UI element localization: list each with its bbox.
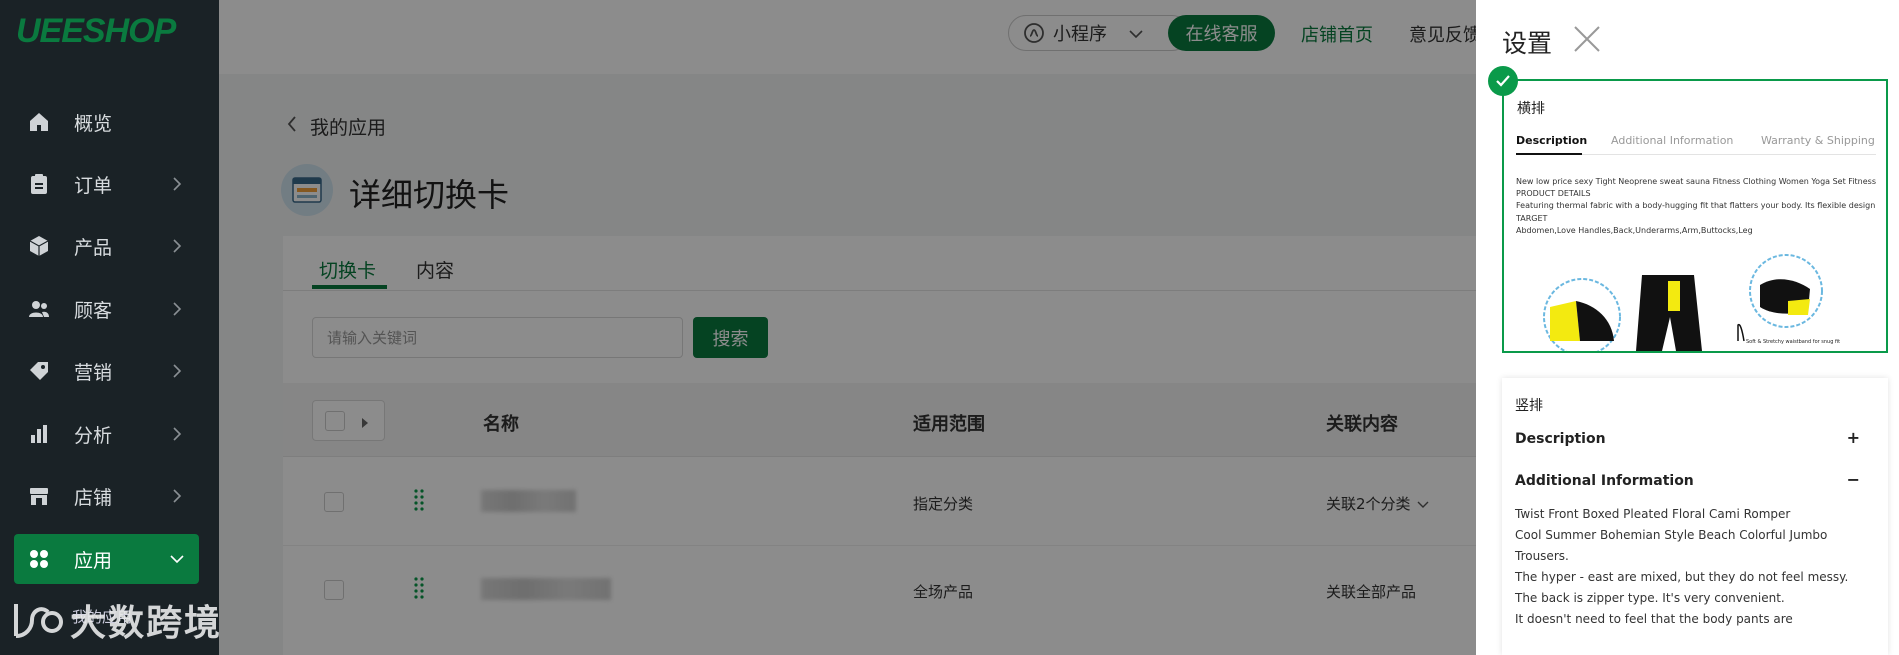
chevron-down-icon [167,549,187,569]
brand-logo[interactable]: UEESHOP [16,12,176,51]
sidebar-item-apps[interactable]: 应用 [14,534,199,584]
sidebar-item-label: 顾客 [74,299,113,322]
chevron-right-icon [167,174,187,194]
sidebar-item-label: 店铺 [74,486,113,509]
apps-grid-icon [28,548,50,570]
sidebar-item-label: 营销 [74,361,113,384]
sidebar: UEESHOP 概览 订单 产品 顾客 营销 分析 店铺 应用 我的应用 [0,0,219,655]
watermark: 大数跨境 [12,594,222,646]
sidebar-item-orders[interactable]: 订单 [14,159,199,209]
sidebar-item-label: 分析 [74,424,113,447]
app-root: UEESHOP 概览 订单 产品 顾客 营销 分析 店铺 应用 我的应用 小程序… [0,0,1899,655]
preview-caption: Soft & Stretchy waistband for snug fit [1746,339,1841,345]
bar-chart-icon [28,423,50,445]
accordion-title: Additional Information [1515,473,1694,489]
accordion-text-line: Twist Front Boxed Pleated Floral Cami Ro… [1515,507,1791,521]
layout-option-label: 竖排 [1515,398,1543,414]
selected-check-icon [1488,66,1518,96]
sidebar-item-marketing[interactable]: 营销 [14,346,199,396]
chevron-right-icon [167,486,187,506]
preview-tab: Warranty & Shipping [1761,134,1875,147]
accordion-text-line: The hyper - east are mixed, but they do … [1515,570,1849,584]
minus-icon: − [1846,470,1860,489]
accordion-text-line: The back is zipper type. It's very conve… [1515,591,1785,605]
tag-icon [28,360,50,382]
chevron-right-icon [167,299,187,319]
watermark-text: 大数跨境 [70,603,223,644]
preview-tab-indicator [1516,153,1582,155]
close-icon[interactable] [1570,22,1604,56]
sidebar-item-label: 应用 [74,549,113,572]
sidebar-item-label: 产品 [74,236,113,259]
sidebar-item-label: 概览 [74,112,113,135]
modal-overlay[interactable] [219,0,1695,655]
settings-drawer: 设置 横排 Description Additional Information… [1476,0,1899,655]
sidebar-item-customers[interactable]: 顾客 [14,284,199,334]
preview-text-line: TARGET [1516,214,1548,223]
box-icon [28,235,50,257]
chevron-right-icon [167,361,187,381]
layout-option-label: 横排 [1517,101,1545,117]
preview-text-line: Abdomen,Love Handles,Back,Underarms,Arm,… [1516,226,1753,235]
preview-text-line: PRODUCT DETAILS [1516,189,1591,198]
sidebar-item-store[interactable]: 店铺 [14,471,199,521]
sidebar-item-label: 订单 [74,174,113,197]
chevron-right-icon [167,424,187,444]
accordion-title: Description [1515,431,1606,447]
preview-text-line: New low price sexy Tight Neoprene sweat … [1516,177,1878,186]
accordion-text-line: Trousers. [1515,549,1569,563]
accordion-text-line: It doesn't need to feel that the body pa… [1515,612,1793,626]
sidebar-item-products[interactable]: 产品 [14,221,199,271]
watermark-logo-icon [14,604,63,638]
store-icon [28,485,50,507]
users-icon [28,298,50,320]
accordion-text-line: Cool Summer Bohemian Style Beach Colorfu… [1515,528,1828,542]
chevron-right-icon [167,236,187,256]
layout-option-vertical[interactable]: 竖排 Description + Additional Information … [1502,378,1888,655]
sidebar-item-analytics[interactable]: 分析 [14,409,199,459]
preview-tab: Additional Information [1611,134,1734,147]
preview-product-image: Soft & Stretchy waistband for snug fit [1516,245,1876,351]
sidebar-item-overview[interactable]: 概览 [14,97,199,147]
clipboard-icon [28,173,50,195]
preview-text-line: Featuring thermal fabric with a body-hug… [1516,201,1878,210]
layout-option-horizontal[interactable]: 横排 Description Additional Information Wa… [1502,79,1888,353]
preview-tab: Description [1516,134,1588,147]
drawer-title: 设置 [1502,29,1553,58]
home-icon [28,111,50,133]
plus-icon: + [1846,428,1860,447]
